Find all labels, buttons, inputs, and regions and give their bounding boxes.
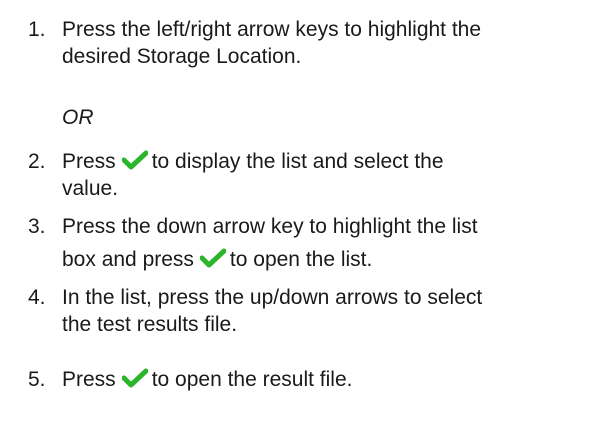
or-separator: OR — [62, 106, 94, 129]
check-icon — [121, 368, 148, 388]
step-line: value. — [62, 177, 119, 200]
step-line: the test results file. — [62, 313, 238, 336]
step-text: Press the down arrow key to highlight th… — [62, 213, 592, 273]
instruction-steps: 1. Press the left/right arrow keys to hi… — [0, 0, 595, 423]
step-text-after: to open the list. — [229, 248, 373, 271]
step-number: 3. — [28, 215, 46, 238]
step-line: Press the down arrow key to highlight th… — [62, 215, 478, 238]
step-line: desired Storage Location. — [62, 45, 302, 68]
step-text: Press the left/right arrow keys to highl… — [62, 16, 592, 70]
step-text-after: to open the result file. — [151, 368, 353, 391]
step-text-before: Press — [62, 150, 116, 173]
step-number: 1. — [28, 18, 46, 41]
step-number: 2. — [28, 150, 46, 173]
step-line: Press the left/right arrow keys to highl… — [62, 18, 482, 41]
step-text: In the list, press the up/down arrows to… — [62, 284, 592, 338]
step-number: 5. — [28, 368, 46, 391]
step-text: Press to open the result file. — [62, 366, 592, 393]
step-text: Press to display the list and select the … — [62, 148, 592, 202]
step-number: 4. — [28, 286, 46, 309]
step-text-before: box and press — [62, 248, 194, 271]
check-icon — [199, 248, 226, 268]
step-text-before: Press — [62, 368, 116, 391]
step-text-after: to display the list and select the — [151, 150, 444, 173]
step-line: In the list, press the up/down arrows to… — [62, 286, 483, 309]
check-icon — [121, 150, 148, 170]
